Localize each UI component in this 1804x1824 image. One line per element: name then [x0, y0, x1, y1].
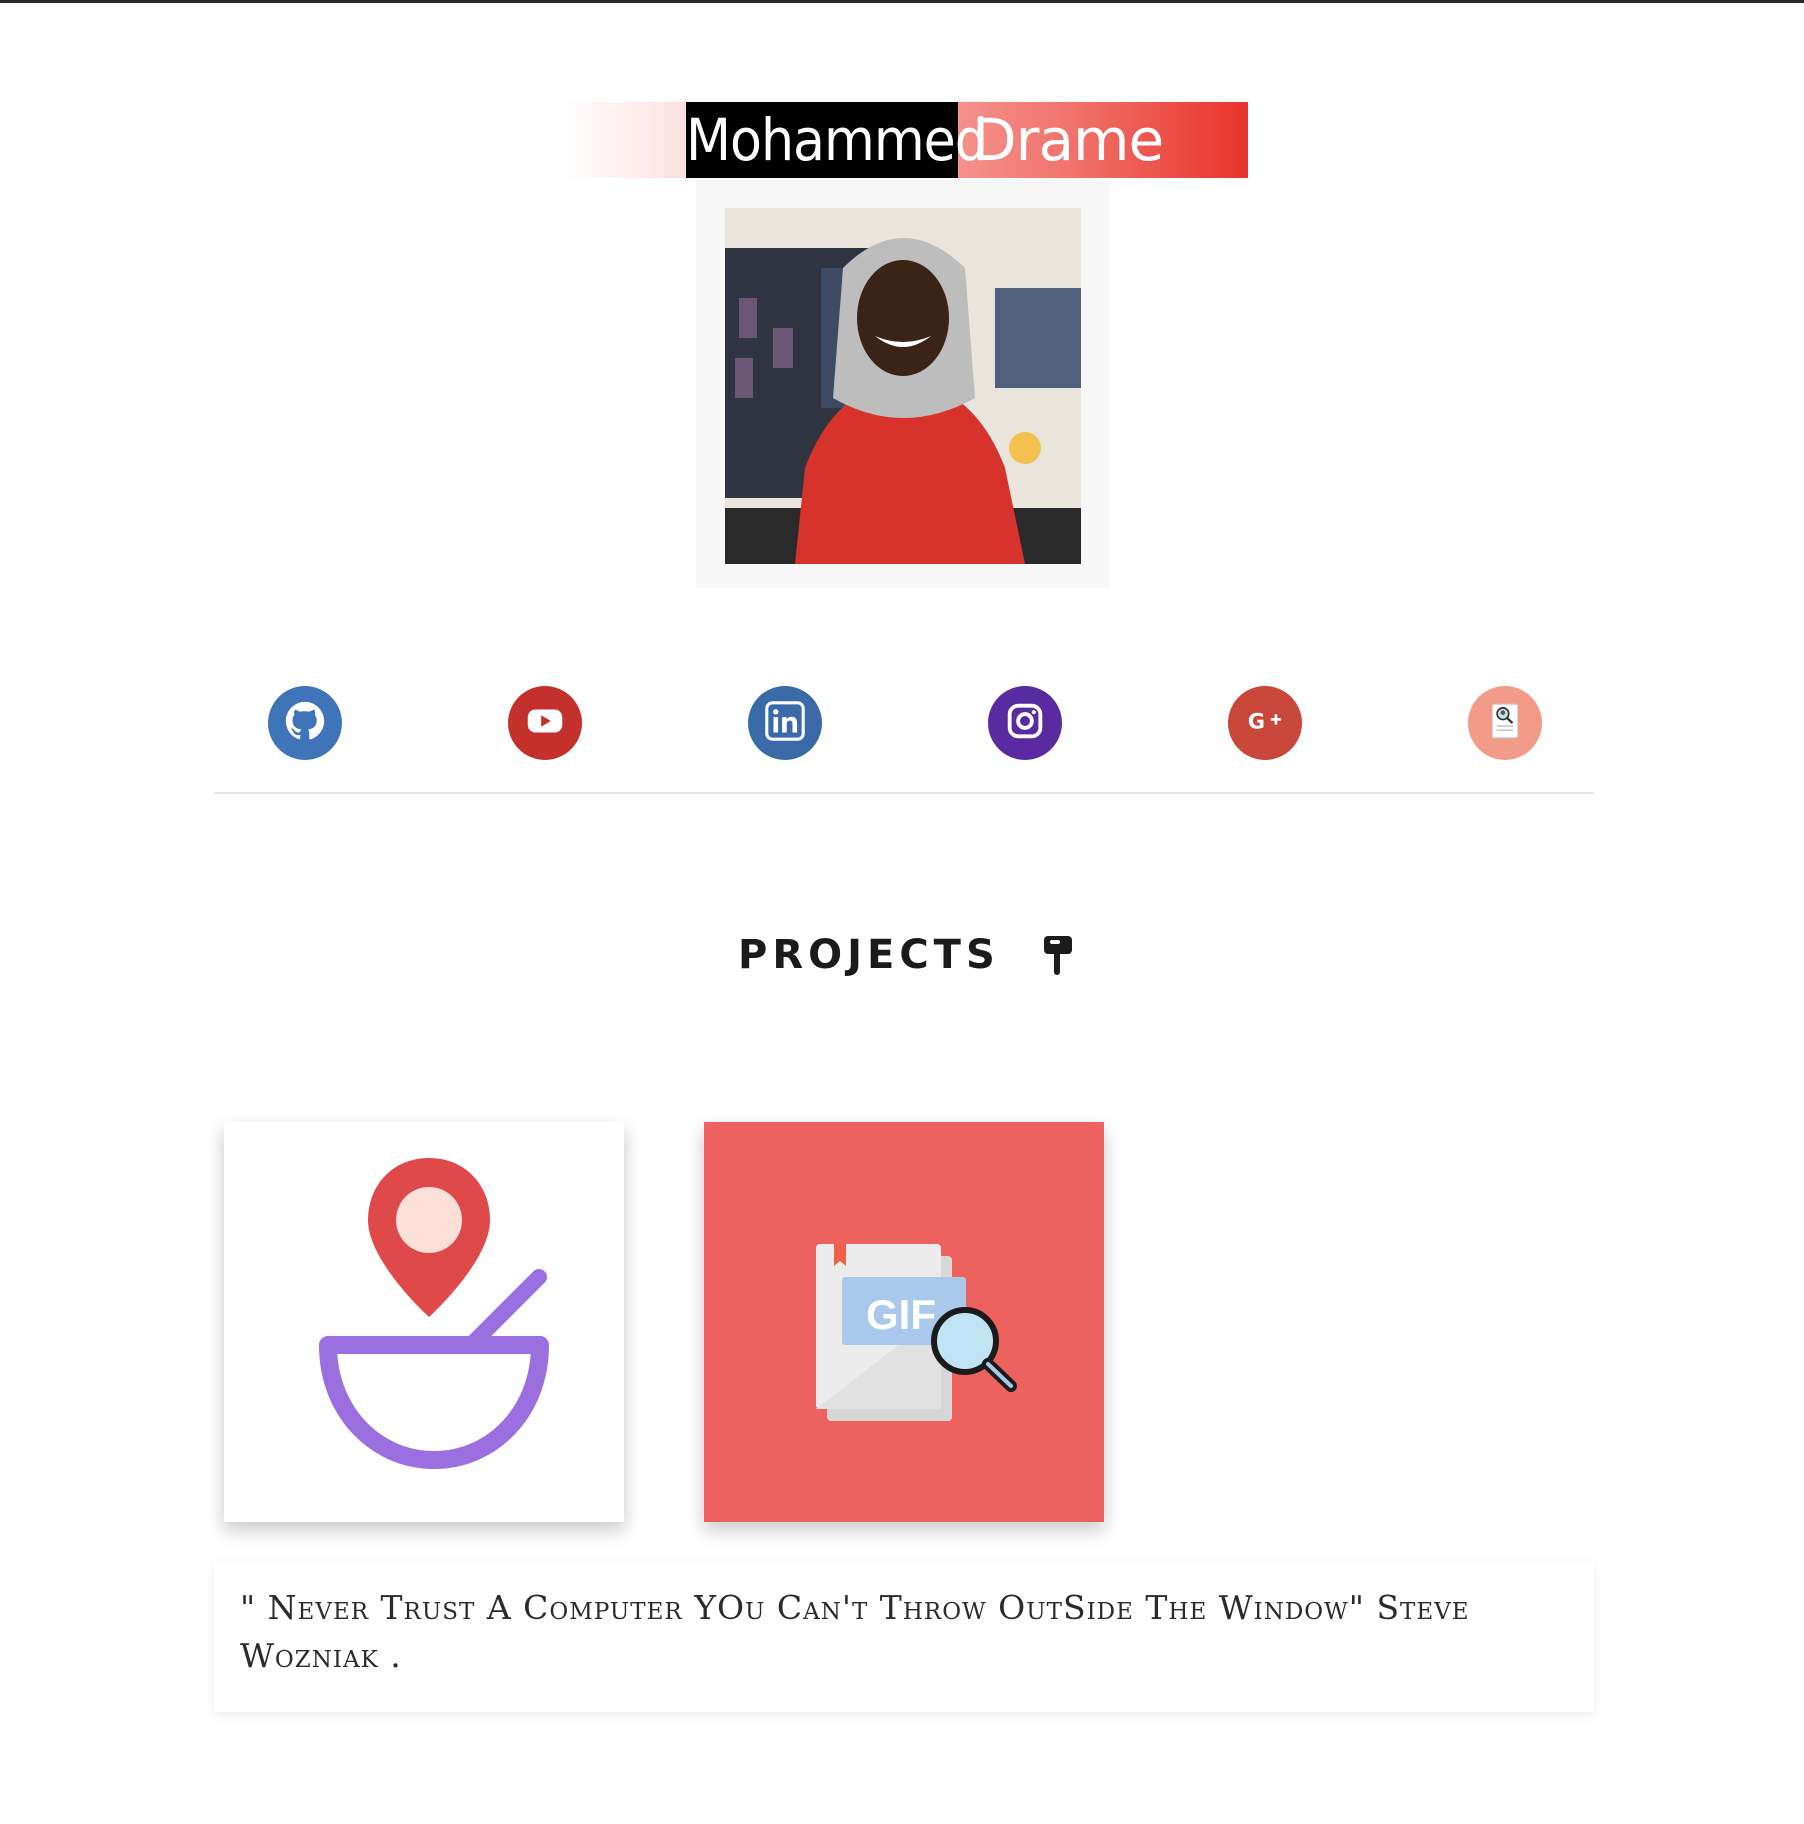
social-links: G	[214, 686, 1594, 766]
social-divider	[214, 792, 1594, 794]
first-name: Mohammed	[686, 102, 988, 178]
google-plus-icon: G	[1242, 698, 1288, 748]
gif-badge-text: GIF	[866, 1291, 936, 1338]
resume-link[interactable]	[1468, 686, 1542, 760]
pointing-down-icon	[1040, 932, 1076, 978]
project-card-food-location[interactable]	[224, 1122, 624, 1522]
github-link[interactable]	[268, 686, 342, 760]
svg-text:G: G	[1248, 709, 1265, 734]
instagram-link[interactable]	[988, 686, 1062, 760]
profile-photo-frame	[696, 180, 1110, 588]
linkedin-icon	[762, 698, 808, 748]
google-plus-link[interactable]: G	[1228, 686, 1302, 760]
youtube-icon	[522, 698, 568, 748]
profile-photo	[725, 208, 1081, 564]
github-icon	[282, 698, 328, 748]
project-card-gif-search[interactable]: GIF	[704, 1122, 1104, 1522]
top-border	[0, 0, 1804, 3]
quote-text: " Never Trust A Computer YOu Can't Throw…	[240, 1588, 1470, 1675]
gif-search-icon: GIF	[704, 1244, 1104, 1526]
resume-search-icon	[1480, 696, 1530, 750]
instagram-icon	[1002, 698, 1048, 748]
linkedin-link[interactable]	[748, 686, 822, 760]
quote-box: " Never Trust A Computer YOu Can't Throw…	[214, 1562, 1594, 1712]
projects-heading: PROJECTS	[738, 932, 1000, 978]
last-name: Drame	[972, 106, 1164, 174]
map-pin-bowl-icon	[224, 1158, 624, 1526]
youtube-link[interactable]	[508, 686, 582, 760]
